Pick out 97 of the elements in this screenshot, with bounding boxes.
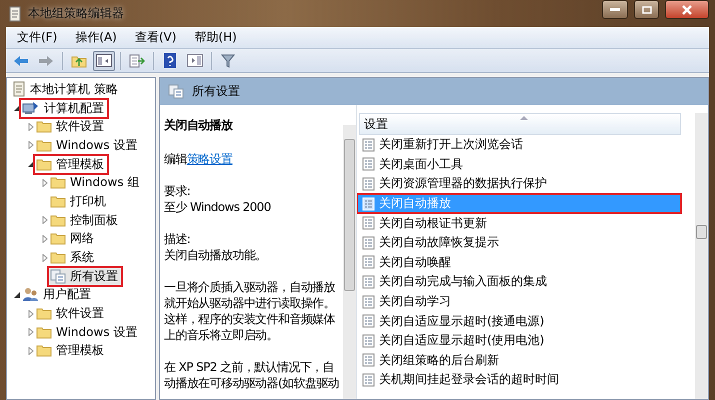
tree-item[interactable]: 计算机配置 xyxy=(21,100,107,117)
setting-document-icon xyxy=(362,353,375,368)
setting-row[interactable]: 关闭桌面小工具 xyxy=(357,154,681,174)
menu-item[interactable]: 查看(V) xyxy=(126,27,186,48)
collapsed-triangle-icon[interactable] xyxy=(41,178,49,187)
close-button[interactable] xyxy=(665,0,709,19)
maximize-button[interactable] xyxy=(634,0,659,19)
setting-document-icon xyxy=(362,255,375,270)
tree-item[interactable]: 软件设置 xyxy=(35,118,107,136)
expanded-triangle-icon[interactable] xyxy=(13,290,21,299)
setting-title: 关闭自动播放 xyxy=(164,117,234,133)
tree-item[interactable]: 管理模板 xyxy=(35,342,107,360)
setting-document-icon xyxy=(362,274,375,289)
setting-row[interactable]: 关闭自动唤醒 xyxy=(357,252,681,272)
setting-row[interactable]: 关闭组策略的后台刷新 xyxy=(357,350,681,370)
expanded-triangle-icon[interactable] xyxy=(27,160,35,168)
folder-icon xyxy=(36,138,52,152)
settings-list-icon xyxy=(50,268,66,284)
show-hide-tree-button[interactable] xyxy=(93,50,115,70)
setting-document-icon xyxy=(362,176,375,191)
requirement-text: 至少 Windows 2000 xyxy=(164,199,272,215)
menu-item[interactable]: 文件(F) xyxy=(8,27,66,48)
pane-title: 所有设置 xyxy=(192,83,240,100)
folder-icon xyxy=(36,344,52,358)
expanded-triangle-icon[interactable] xyxy=(13,104,21,112)
sort-caret-icon xyxy=(520,115,528,120)
tree-item[interactable]: 系统 xyxy=(49,249,97,266)
collapsed-triangle-icon[interactable] xyxy=(27,122,35,131)
folder-icon xyxy=(50,214,66,227)
folder-icon xyxy=(50,251,66,264)
setting-document-icon xyxy=(362,334,375,348)
collapsed-triangle-icon[interactable] xyxy=(27,346,35,355)
setting-row[interactable]: 关闭自动根证书更新 xyxy=(357,213,681,233)
collapsed-triangle-icon[interactable] xyxy=(27,141,35,150)
folder-icon xyxy=(50,232,66,246)
collapsed-triangle-icon[interactable] xyxy=(27,328,35,336)
tree-item[interactable]: 网络 xyxy=(49,230,97,248)
collapsed-triangle-icon[interactable] xyxy=(27,310,35,318)
tree-item[interactable]: 所有设置 xyxy=(49,268,121,285)
collapsed-triangle-icon[interactable] xyxy=(41,216,49,224)
edit-policy-text: 编辑策略设置 xyxy=(164,151,234,167)
tree-item[interactable]: 用户配置 xyxy=(21,286,94,304)
folder-icon xyxy=(36,307,52,320)
requirement-label: 要求: xyxy=(164,183,192,199)
setting-row[interactable]: 关闭自动学习 xyxy=(357,292,681,312)
scrollbar[interactable] xyxy=(695,113,708,399)
setting-document-icon xyxy=(362,236,375,250)
setting-document-icon xyxy=(362,196,375,211)
folder-icon xyxy=(50,176,66,190)
minimize-icon xyxy=(610,8,620,12)
folder-icon xyxy=(36,326,52,339)
setting-row[interactable]: 关闭自适应显示超时(使用电池) xyxy=(357,330,681,351)
setting-row[interactable]: 关机期间挂起登录会话的超时时间 xyxy=(357,370,681,390)
tree-item[interactable]: Windows 组 xyxy=(49,174,142,192)
policy-settings-link[interactable]: 策略设置 xyxy=(186,152,232,166)
setting-row[interactable]: 关闭资源管理器的数据执行保护 xyxy=(357,174,681,194)
setting-row[interactable]: 关闭重新打开上次浏览会话 xyxy=(357,135,681,155)
computer-icon xyxy=(22,101,40,116)
tree-item[interactable]: Windows 设置 xyxy=(35,324,140,341)
tree-item[interactable]: 控制面板 xyxy=(49,212,121,229)
folder-icon xyxy=(50,194,66,208)
description-summary: 关闭自动播放功能。 xyxy=(164,247,268,263)
setting-row[interactable]: 关闭自适应显示超时(接通电源) xyxy=(357,311,681,331)
maximize-icon xyxy=(642,6,652,14)
folder-icon xyxy=(36,158,52,171)
collapsed-triangle-icon[interactable] xyxy=(41,234,49,243)
forward-arrow-icon xyxy=(38,54,54,66)
back-arrow-icon xyxy=(13,54,29,66)
settings-list-icon xyxy=(168,84,184,99)
setting-document-icon xyxy=(362,372,375,387)
setting-document-icon xyxy=(362,216,375,230)
setting-document-icon xyxy=(362,314,375,328)
tree-item[interactable]: Windows 设置 xyxy=(35,136,140,154)
users-icon xyxy=(22,287,39,302)
app-icon xyxy=(8,6,22,22)
minimize-button[interactable] xyxy=(602,0,628,19)
description-label: 描述: xyxy=(164,231,192,247)
folder-icon xyxy=(36,120,52,134)
scrollbar[interactable] xyxy=(343,125,356,399)
setting-row[interactable]: 关闭自动故障恢复提示 xyxy=(357,232,681,253)
tree-item[interactable]: 管理模板 xyxy=(35,156,107,173)
column-header[interactable]: 设置 xyxy=(359,113,681,135)
tree-item[interactable]: 打印机 xyxy=(49,192,109,210)
setting-document-icon xyxy=(362,138,375,152)
window-title: 本地组策略编辑器 xyxy=(28,5,125,22)
setting-row[interactable]: 关闭自动完成与输入面板的集成 xyxy=(357,272,681,292)
menu-item[interactable]: 帮助(H) xyxy=(185,27,246,48)
setting-document-icon xyxy=(362,157,375,172)
menu-item[interactable]: 操作(A) xyxy=(66,27,126,48)
tree-item[interactable]: 软件设置 xyxy=(35,305,107,322)
setting-document-icon xyxy=(362,294,375,309)
tree-item[interactable]: 本地计算机 策略 xyxy=(11,80,121,98)
description-paragraph: 在 XP SP2 之前，默认情况下，自动播放在可移动驱动器(如软盘驱动 xyxy=(164,359,340,391)
policy-document-icon xyxy=(12,81,26,98)
collapsed-triangle-icon[interactable] xyxy=(41,254,49,262)
description-paragraph: 一旦将介质插入驱动器，自动播放就开始从驱动器中进行读取操作。这样，程序的安装文件和音频媒体上的音乐将立即启动。 xyxy=(164,279,336,343)
close-icon xyxy=(682,4,692,14)
